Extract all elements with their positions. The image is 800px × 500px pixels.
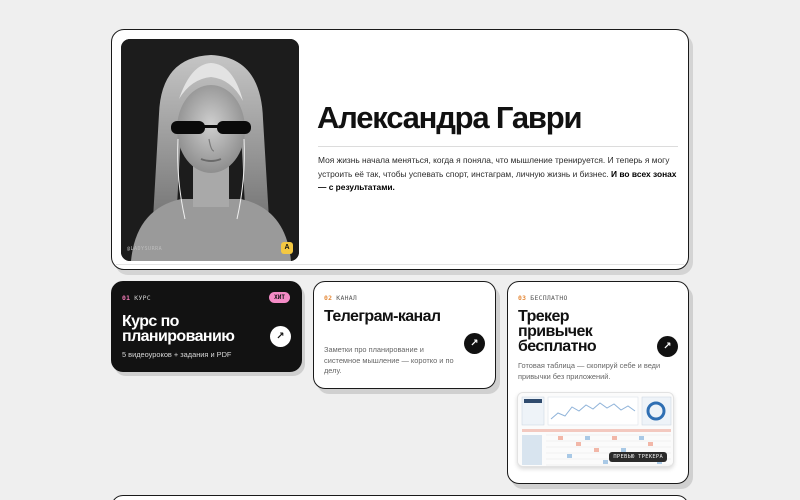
telegram-channel-card[interactable]: 02 КАНАЛ Телеграм-канал Заметки про плани…	[313, 281, 496, 389]
card-description: Заметки про планирование и системное мыш…	[324, 345, 454, 375]
photo-badge: A	[281, 242, 293, 254]
preview-caption: ПРЕВЬЮ ТРЕКЕРА	[609, 452, 667, 462]
portrait-illustration	[121, 39, 299, 261]
profile-photo: @LADYSURRA A	[121, 39, 299, 261]
card-number: 01	[122, 294, 131, 302]
profile-hero-card: @LADYSURRA A Александра Гаври Моя жизнь …	[111, 29, 689, 270]
habit-tracker-card[interactable]: 03 БЕСПЛАТНО Трекер привычек бесплатно Го…	[507, 281, 689, 484]
card-tag: 02 КАНАЛ	[324, 294, 357, 302]
card-description: 5 видеоуроков + задания и PDF	[122, 350, 232, 359]
card-tag: 01 КУРС	[122, 294, 151, 302]
next-section-card	[111, 495, 689, 500]
card-number: 02	[324, 294, 333, 302]
course-card[interactable]: 01 КУРС ХИТ Курс по планированию 5 видеоу…	[111, 281, 302, 372]
arrow-up-right-icon[interactable]: ↗	[657, 336, 678, 357]
card-number: 03	[518, 294, 527, 302]
hero-divider	[318, 146, 678, 147]
card-tag: 03 БЕСПЛАТНО	[518, 294, 568, 302]
card-description: Готовая таблица — скопируй себе и веди п…	[518, 361, 661, 381]
profile-bio: Моя жизнь начала меняться, когда я понял…	[318, 154, 680, 195]
photo-handle: @LADYSURRA	[127, 246, 163, 252]
card-title: Курс по планированию	[122, 313, 235, 345]
tracker-preview-image[interactable]: ПРЕВЬЮ ТРЕКЕРА	[517, 392, 674, 467]
hero-bottom-line	[116, 264, 684, 265]
hit-badge: ХИТ	[269, 292, 290, 303]
card-title: Телеграм-канал	[324, 308, 441, 325]
arrow-up-right-icon[interactable]: ↗	[270, 326, 291, 347]
card-tag-label: КАНАЛ	[336, 294, 358, 302]
arrow-up-right-icon[interactable]: ↗	[464, 333, 485, 354]
card-title: Трекер привычек бесплатно	[518, 308, 597, 355]
card-tag-label: КУРС	[134, 294, 151, 302]
profile-name: Александра Гаври	[317, 100, 583, 135]
card-tag-label: БЕСПЛАТНО	[530, 294, 568, 302]
